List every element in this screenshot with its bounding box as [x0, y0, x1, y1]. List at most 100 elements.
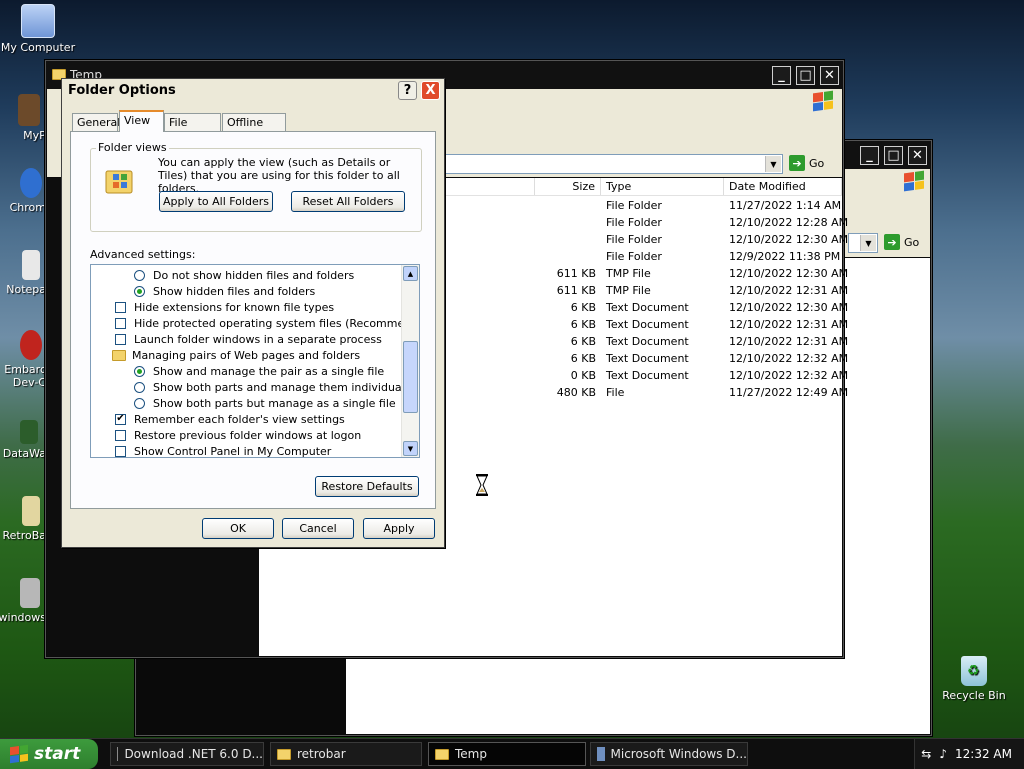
desktop-icon-label: RetroBa	[2, 529, 46, 542]
scroll-up-button[interactable]: ▲	[403, 266, 418, 281]
dialog-title-bar[interactable]: Folder Options	[62, 79, 444, 102]
maximize-button[interactable]: □	[884, 146, 903, 165]
desktop-icon-datawa[interactable]: DataWa	[0, 420, 46, 460]
desktop-icon-retrobar[interactable]: RetroBa	[0, 496, 46, 542]
advanced-setting-label: Hide extensions for known file types	[134, 300, 335, 314]
toolbar	[844, 195, 930, 229]
advanced-setting-item[interactable]: Show and manage the pair as a single fil…	[134, 363, 384, 379]
checkbox[interactable]: ✔	[115, 413, 126, 425]
window-icon	[597, 747, 605, 761]
tab-general[interactable]: General	[72, 113, 120, 131]
checkbox[interactable]	[115, 333, 126, 345]
file-date: 12/10/2022 12:32 AM	[729, 352, 849, 365]
advanced-setting-item[interactable]: ✔ Remember each folder's view settings	[115, 411, 345, 427]
advanced-setting-label: Hide protected operating system files (R…	[134, 316, 420, 330]
advanced-setting-item[interactable]: Hide extensions for known file types	[115, 299, 334, 315]
minimize-button[interactable]: _	[860, 146, 879, 165]
advanced-setting-item[interactable]: Do not show hidden files and folders	[134, 267, 354, 283]
cancel-button[interactable]: Cancel	[282, 518, 354, 539]
advanced-setting-item[interactable]: Show both parts but manage as a single f…	[134, 395, 396, 411]
task-temp[interactable]: Temp	[428, 742, 586, 766]
scroll-thumb[interactable]	[403, 341, 418, 413]
maximize-button[interactable]: □	[796, 66, 815, 85]
column-header-size[interactable]: Size	[535, 178, 601, 195]
advanced-setting-item[interactable]: Launch folder windows in a separate proc…	[115, 331, 382, 347]
desktop-icon-embarcadero[interactable]: Embarc Dev-C	[0, 330, 46, 389]
restore-defaults-button[interactable]: Restore Defaults	[315, 476, 419, 497]
radio-button[interactable]	[134, 381, 145, 393]
folder-icon	[277, 748, 291, 760]
clock[interactable]: 12:32 AM	[955, 747, 1012, 761]
advanced-settings-scrollbar[interactable]: ▲ ▼	[401, 265, 419, 457]
scroll-down-button[interactable]: ▼	[403, 441, 418, 456]
folder-views-icon	[105, 165, 135, 195]
advanced-setting-label: Show and manage the pair as a single fil…	[153, 364, 385, 378]
desktop-icon-windows[interactable]: windows	[0, 578, 46, 624]
recycle-bin-icon: ♻	[961, 656, 987, 686]
advanced-setting-item[interactable]: Restore previous folder windows at logon	[115, 427, 361, 443]
folder-options-dialog[interactable]: Folder Options ? X General View File Typ…	[61, 78, 445, 548]
task-retrobar[interactable]: retrobar	[270, 742, 422, 766]
advanced-setting-label: Launch folder windows in a separate proc…	[134, 332, 382, 346]
minimize-button[interactable]: _	[772, 66, 791, 85]
task-microsoft-windows[interactable]: Microsoft Windows D...	[590, 742, 748, 766]
dialog-close-button[interactable]: X	[421, 81, 440, 100]
task-download-net[interactable]: Download .NET 6.0 D...	[110, 742, 264, 766]
file-type: Text Document	[606, 318, 689, 331]
go-button[interactable]: ➔ Go	[789, 155, 824, 171]
radio-button[interactable]	[134, 285, 145, 297]
address-dropdown[interactable]: ▼	[437, 154, 783, 174]
column-header-date[interactable]: Date Modified	[724, 178, 842, 195]
installer-icon	[117, 747, 119, 761]
advanced-setting-label: Show hidden files and folders	[153, 284, 316, 298]
checkbox[interactable]	[115, 301, 126, 313]
file-type: File	[606, 386, 625, 399]
windows-logo-icon	[813, 90, 833, 112]
advanced-setting-item[interactable]: Show both parts and manage them individu…	[134, 379, 414, 395]
chevron-down-icon[interactable]: ▼	[765, 156, 781, 172]
system-tray: ⇆ ♪ 12:32 AM	[914, 739, 1024, 769]
advanced-setting-item[interactable]: Show hidden files and folders	[134, 283, 315, 299]
radio-button[interactable]	[134, 397, 145, 409]
start-button[interactable]: start	[0, 739, 98, 769]
file-size	[535, 214, 601, 231]
folder-views-legend: Folder views	[96, 141, 169, 154]
checkbox[interactable]	[115, 317, 126, 329]
advanced-setting-label: Remember each folder's view settings	[134, 412, 345, 426]
tab-view[interactable]: View	[119, 110, 164, 132]
file-type: Text Document	[606, 369, 689, 382]
close-button[interactable]: ✕	[908, 146, 927, 165]
desktop-icon-label: windows	[0, 611, 46, 624]
file-date: 12/10/2022 12:28 AM	[729, 216, 849, 229]
advanced-setting-item[interactable]: Hide protected operating system files (R…	[115, 315, 420, 331]
radio-button[interactable]	[134, 269, 145, 281]
file-date: 12/10/2022 12:30 AM	[729, 301, 849, 314]
checkbox[interactable]	[115, 429, 126, 441]
folder-icon	[112, 349, 126, 361]
checkbox[interactable]	[115, 445, 126, 457]
apply-button[interactable]: Apply	[363, 518, 435, 539]
desktop-icon-chrome[interactable]: Chrom	[0, 168, 46, 214]
apply-to-all-folders-button[interactable]: Apply to All Folders	[159, 191, 273, 212]
hourglass-cursor-icon	[476, 474, 488, 496]
advanced-settings-list[interactable]: Do not show hidden files and folders Show…	[90, 264, 420, 458]
advanced-setting-item[interactable]: Show Control Panel in My Computer	[115, 443, 331, 457]
ok-button[interactable]: OK	[202, 518, 274, 539]
desktop-icon-my-computer[interactable]: My Computer	[0, 4, 78, 54]
file-size: 6 KB	[570, 318, 596, 331]
volume-icon[interactable]: ♪	[939, 747, 947, 761]
tab-offline-files[interactable]: Offline Files	[222, 113, 286, 142]
tab-file-types[interactable]: File Types	[164, 113, 221, 142]
close-button[interactable]: ✕	[820, 66, 839, 85]
help-button[interactable]: ?	[398, 81, 417, 100]
advanced-setting-item[interactable]: Managing pairs of Web pages and folders	[112, 347, 360, 363]
column-header-type[interactable]: Type	[601, 178, 724, 195]
desktop-icon-recycle-bin[interactable]: ♻ Recycle Bin	[934, 656, 1014, 702]
radio-button[interactable]	[134, 365, 145, 377]
file-type: File Folder	[606, 233, 662, 246]
go-button[interactable]: ➔ Go	[884, 234, 919, 250]
desktop-icon-notepad[interactable]: Notepa	[0, 250, 46, 296]
network-icon[interactable]: ⇆	[921, 747, 931, 761]
reset-all-folders-button[interactable]: Reset All Folders	[291, 191, 405, 212]
address-dropdown[interactable]: ▼	[848, 233, 878, 253]
